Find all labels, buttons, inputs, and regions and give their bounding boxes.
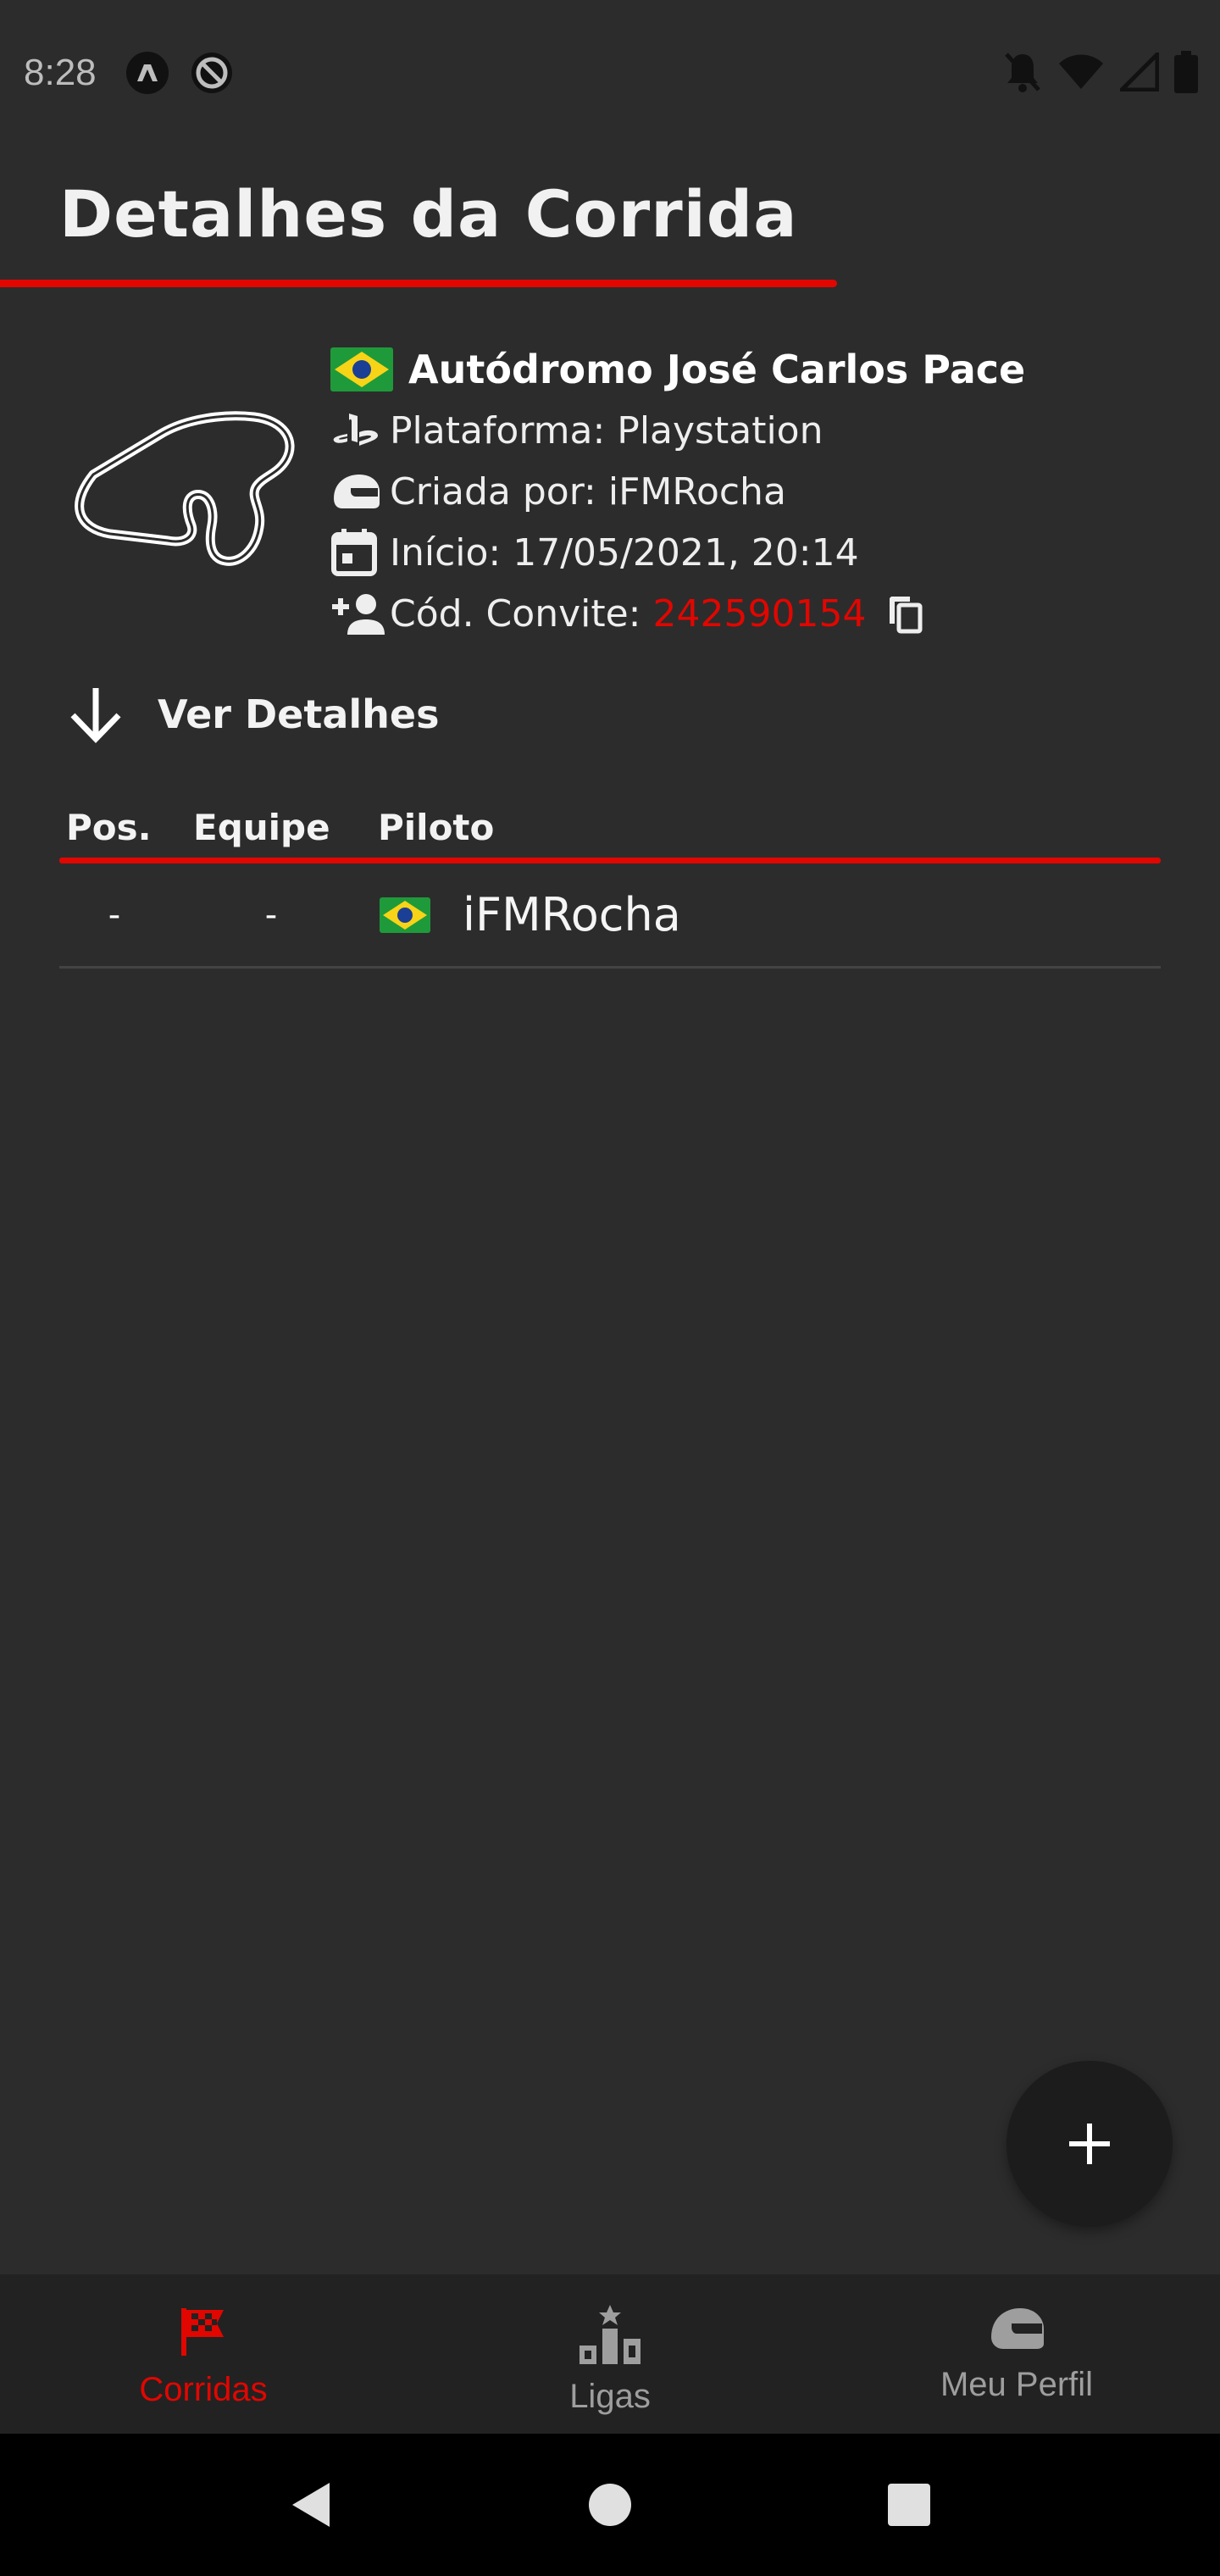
calendar-icon — [331, 529, 377, 576]
brazil-flag-icon — [380, 897, 430, 933]
podium-icon — [580, 2305, 640, 2364]
table-header: Pos. Equipe Piloto — [59, 797, 1161, 858]
row-pos: - — [108, 895, 121, 935]
nav-label-ligas: Ligas — [569, 2378, 651, 2415]
status-bar: 8:28 — [0, 0, 1220, 146]
start-text: Início: 17/05/2021, 20:14 — [390, 530, 859, 575]
standings-table: Pos. Equipe Piloto - - iFMRocha — [59, 797, 1161, 969]
helmet-icon — [334, 475, 380, 508]
details-toggle-button[interactable]: Ver Detalhes — [66, 685, 440, 744]
helmet-icon — [991, 2308, 1044, 2349]
creator-text: Criada por: iFMRocha — [390, 469, 786, 514]
plus-icon — [1069, 2124, 1110, 2164]
circuit-name: Autódromo José Carlos Pace — [408, 347, 1026, 392]
header-pos: Pos. — [66, 806, 152, 848]
invite-code[interactable]: 242590154 — [652, 592, 866, 636]
home-icon[interactable] — [586, 2481, 634, 2529]
header-driver: Piloto — [378, 806, 495, 848]
signal-icon — [1120, 53, 1159, 92]
row-team: - — [264, 895, 278, 935]
recents-icon[interactable] — [885, 2481, 933, 2529]
row-driver: iFMRocha — [380, 888, 681, 941]
track-map-icon — [75, 411, 295, 566]
nav-label-corridas: Corridas — [139, 2371, 268, 2408]
playstation-icon — [333, 414, 378, 446]
platform-text: Plataforma: Playstation — [390, 408, 824, 452]
system-nav-bar — [0, 2434, 1220, 2576]
arrow-down-icon — [70, 688, 121, 744]
nav-label-meu-perfil: Meu Perfil — [940, 2366, 1094, 2403]
race-info: Autódromo José Carlos Pace Plataforma: P… — [330, 339, 1178, 644]
header-team: Equipe — [193, 806, 330, 848]
invite-row: Cód. Convite: 242590154 — [330, 583, 1178, 644]
start-row: Início: 17/05/2021, 20:14 — [330, 522, 1178, 583]
status-time: 8:28 — [24, 52, 97, 93]
title-underline — [0, 280, 837, 287]
invite-label: Cód. Convite: — [390, 591, 641, 636]
add-fab-button[interactable] — [1006, 2061, 1173, 2227]
wifi-icon — [1059, 54, 1103, 89]
copy-icon[interactable] — [884, 593, 925, 634]
table-header-underline — [59, 858, 1161, 863]
circuit-row: Autódromo José Carlos Pace — [330, 339, 1178, 400]
back-icon[interactable] — [287, 2479, 335, 2530]
platform-row: Plataforma: Playstation — [330, 400, 1178, 461]
nav-item-corridas[interactable]: Corridas — [0, 2274, 407, 2434]
bottom-nav: Corridas Ligas Meu Perfil — [0, 2274, 1220, 2434]
status-right-icons — [1003, 51, 1198, 93]
battery-icon — [1174, 51, 1198, 93]
details-toggle-label: Ver Detalhes — [158, 691, 440, 737]
nav-item-ligas[interactable]: Ligas — [407, 2274, 813, 2434]
brazil-flag-icon — [330, 347, 393, 391]
checkered-flag-icon — [181, 2308, 224, 2356]
at-sign-icon — [191, 53, 232, 93]
nav-item-meu-perfil[interactable]: Meu Perfil — [813, 2274, 1220, 2434]
driver-name: iFMRocha — [463, 888, 681, 941]
page-title: Detalhes da Corrida — [59, 176, 798, 252]
add-person-icon — [332, 594, 385, 635]
creator-row: Criada por: iFMRocha — [330, 461, 1178, 522]
react-icon — [125, 52, 169, 94]
table-row[interactable]: - - iFMRocha — [59, 863, 1161, 969]
notifications-off-icon — [1005, 53, 1040, 92]
